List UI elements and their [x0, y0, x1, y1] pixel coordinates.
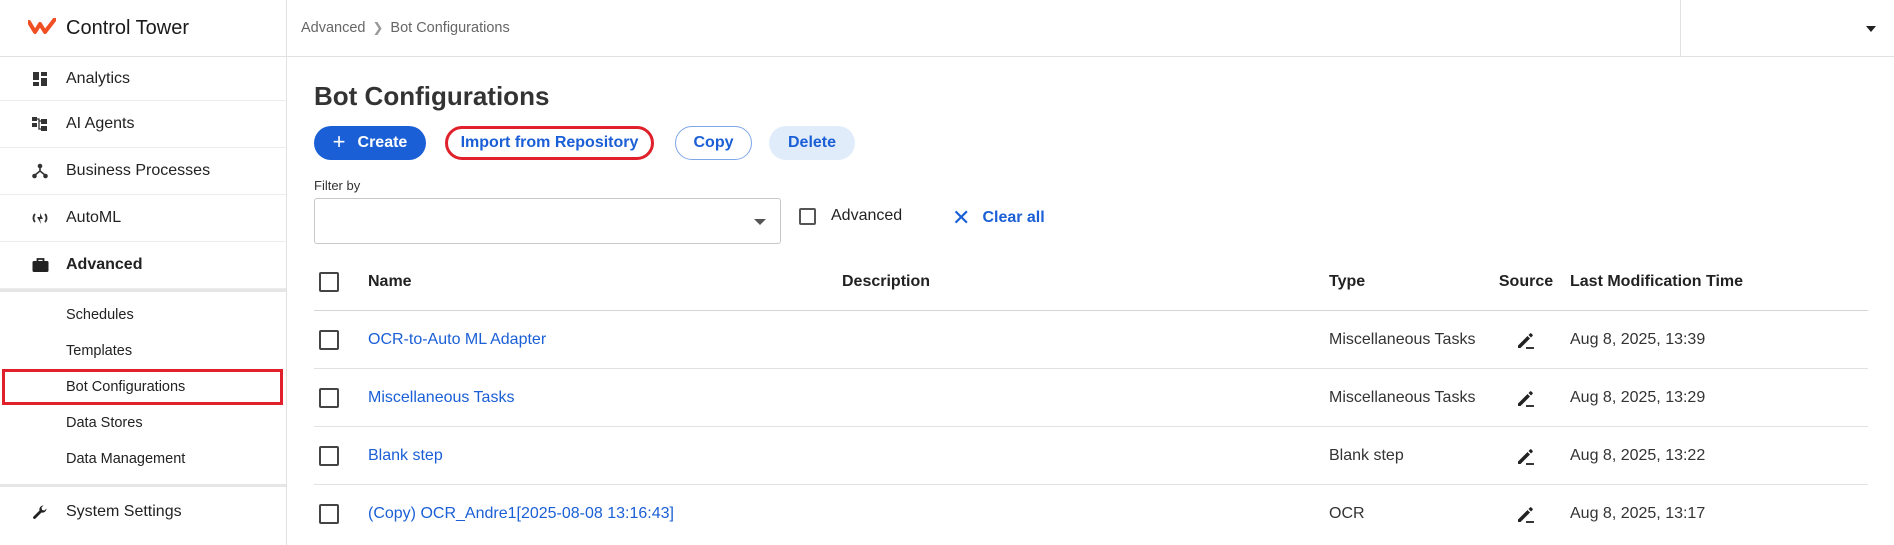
row-name-link[interactable]: Blank step — [368, 427, 443, 484]
breadcrumb-current: Bot Configurations — [390, 20, 510, 36]
row-select-cell — [319, 369, 339, 426]
delete-button[interactable]: Delete — [769, 126, 855, 160]
row-source-cell — [1498, 485, 1554, 543]
caret-down-icon — [754, 219, 766, 225]
clear-all-button[interactable]: ✕ Clear all — [952, 207, 1045, 229]
chevron-right-icon: ❯ — [372, 20, 384, 35]
column-header-last-modification-time[interactable]: Last Modification Time — [1570, 253, 1743, 310]
row-type: Miscellaneous Tasks — [1329, 388, 1476, 406]
checkbox[interactable] — [799, 207, 816, 225]
row-last-modification-time: Aug 8, 2025, 13:17 — [1570, 505, 1706, 522]
edit-icon[interactable] — [1514, 502, 1538, 526]
brand-logo-icon — [28, 18, 56, 34]
page-title: Bot Configurations — [314, 81, 550, 111]
filter-select[interactable] — [314, 198, 781, 244]
row-checkbox[interactable] — [319, 445, 339, 466]
sidebar-subitem-data-management[interactable]: Data Management — [0, 441, 286, 477]
row-checkbox[interactable] — [319, 329, 339, 350]
app-title: Control Tower — [66, 16, 190, 39]
advanced-submenu: Schedules Templates Bot Configurations D… — [0, 289, 286, 487]
sidebar-subitem-data-stores[interactable]: Data Stores — [0, 405, 286, 441]
row-last-modification-time: Aug 8, 2025, 13:39 — [1570, 330, 1706, 348]
row-select-cell — [319, 311, 339, 368]
sidebar-item-ai-agents[interactable]: AI Agents — [0, 101, 286, 148]
hierarchy-icon — [31, 115, 49, 133]
row-last-modification-time: Aug 8, 2025, 13:29 — [1570, 388, 1706, 406]
sidebar-subitem-templates[interactable]: Templates — [0, 333, 286, 369]
row-last-modification-time: Aug 8, 2025, 13:22 — [1570, 446, 1706, 464]
automl-icon — [31, 209, 49, 227]
sidebar-item-business-processes[interactable]: Business Processes — [0, 148, 286, 195]
sidebar: Control Tower Analytics AI Agents Busine… — [0, 0, 287, 545]
row-name-link[interactable]: OCR-to-Auto ML Adapter — [368, 311, 546, 368]
column-header-name[interactable]: Name — [368, 253, 412, 310]
topbar: Advanced ❯ Bot Configurations — [287, 0, 1894, 57]
sidebar-subitem-bot-configurations[interactable]: Bot Configurations — [2, 369, 283, 405]
table-row: (Copy) OCR_Andre1[2025-08-08 13:16:43] O… — [314, 485, 1868, 543]
select-all-checkbox[interactable] — [319, 271, 339, 292]
caret-down-icon — [1866, 25, 1876, 32]
user-menu-dropdown[interactable] — [1680, 0, 1894, 57]
sidebar-item-advanced[interactable]: Advanced — [0, 242, 286, 289]
advanced-checkbox-label: Advanced — [831, 207, 903, 224]
sidebar-item-analytics[interactable]: Analytics — [0, 57, 286, 101]
sidebar-item-automl[interactable]: AutoML — [0, 195, 286, 242]
briefcase-icon — [31, 256, 49, 274]
edit-icon[interactable] — [1514, 386, 1538, 410]
table-header-row: Name Description Type Source Last Modifi… — [314, 253, 1868, 311]
select-all-cell — [319, 253, 339, 310]
sidebar-item-label: Business Processes — [66, 162, 211, 179]
close-icon: ✕ — [952, 205, 971, 230]
row-name-link[interactable]: Miscellaneous Tasks — [368, 369, 514, 426]
brand[interactable]: Control Tower — [0, 0, 286, 57]
edit-icon[interactable] — [1514, 328, 1538, 352]
advanced-checkbox[interactable]: Advanced — [799, 207, 902, 225]
sidebar-item-system-settings[interactable]: System Settings — [0, 487, 286, 536]
row-select-cell — [319, 427, 339, 484]
clear-all-label: Clear all — [982, 209, 1045, 226]
main-content: Bot Configurations + Create Import from … — [287, 57, 1894, 545]
dashboard-icon — [31, 70, 49, 88]
sidebar-item-label: AutoML — [66, 209, 122, 226]
row-type: OCR — [1329, 505, 1365, 522]
row-checkbox[interactable] — [319, 504, 339, 524]
row-type: Blank step — [1329, 446, 1404, 464]
breadcrumb-parent[interactable]: Advanced — [301, 20, 366, 36]
table-row: Miscellaneous Tasks Miscellaneous Tasks … — [314, 369, 1868, 427]
process-icon — [31, 162, 49, 180]
sidebar-item-label: Analytics — [66, 69, 131, 87]
row-source-cell — [1498, 311, 1554, 368]
table-row: OCR-to-Auto ML Adapter Miscellaneous Tas… — [314, 311, 1868, 369]
copy-button[interactable]: Copy — [675, 126, 752, 160]
bot-configurations-table: Name Description Type Source Last Modifi… — [314, 253, 1868, 543]
table-row: Blank step Blank step Aug 8, 2025, 13:22 — [314, 427, 1868, 485]
sidebar-item-label: AI Agents — [66, 115, 135, 132]
create-button-label: Create — [357, 134, 408, 151]
sidebar-item-label: Advanced — [66, 256, 143, 273]
sidebar-subitem-schedules[interactable]: Schedules — [0, 297, 286, 333]
plus-icon: + — [332, 129, 346, 154]
wrench-icon — [31, 503, 49, 521]
create-button[interactable]: + Create — [314, 126, 426, 160]
edit-icon[interactable] — [1514, 444, 1538, 468]
row-type: Miscellaneous Tasks — [1329, 330, 1476, 348]
row-checkbox[interactable] — [319, 387, 339, 408]
row-name-link[interactable]: (Copy) OCR_Andre1[2025-08-08 13:16:43] — [368, 485, 674, 543]
filter-label: Filter by — [314, 178, 361, 193]
row-source-cell — [1498, 369, 1554, 426]
column-header-description[interactable]: Description — [842, 253, 930, 310]
row-source-cell — [1498, 427, 1554, 484]
column-header-source[interactable]: Source — [1498, 253, 1554, 310]
column-header-type[interactable]: Type — [1329, 253, 1365, 310]
row-select-cell — [319, 485, 339, 543]
sidebar-item-label: System Settings — [66, 502, 182, 520]
import-from-repository-button[interactable]: Import from Repository — [445, 126, 654, 160]
breadcrumb: Advanced ❯ Bot Configurations — [287, 20, 510, 36]
